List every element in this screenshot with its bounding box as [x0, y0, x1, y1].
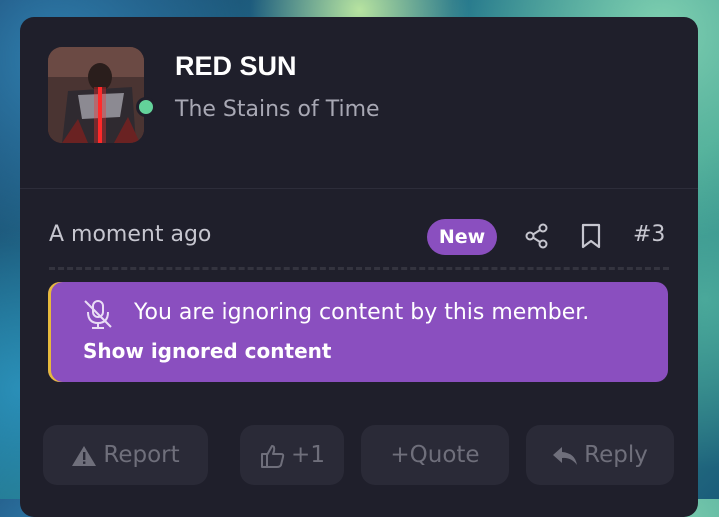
like-button[interactable]: +1: [240, 425, 344, 485]
post-card: RED SUN The Stains of Time A moment ago …: [20, 17, 698, 517]
reply-label: Reply: [584, 442, 648, 468]
reply-button[interactable]: Reply: [526, 425, 674, 485]
reply-icon: [553, 446, 578, 465]
ignored-content-message: You are ignoring content by this member.: [134, 300, 590, 325]
avatar[interactable]: [48, 47, 144, 143]
author-username[interactable]: RED SUN: [175, 51, 297, 82]
ignored-content-notice: You are ignoring content by this member.…: [48, 282, 668, 382]
bookmark-icon[interactable]: [580, 223, 602, 249]
thumbs-up-icon: [261, 444, 285, 468]
header-divider: [20, 188, 698, 189]
show-ignored-content-link[interactable]: Show ignored content: [83, 339, 331, 363]
online-status-indicator: [136, 97, 156, 117]
quote-label: +Quote: [390, 442, 480, 468]
mute-icon: [84, 300, 112, 329]
new-badge: New: [427, 219, 497, 255]
avatar-image: [48, 47, 144, 143]
report-label: Report: [103, 442, 180, 468]
like-label: +1: [291, 442, 325, 468]
quote-button[interactable]: +Quote: [361, 425, 509, 485]
warning-icon: [72, 445, 97, 466]
share-icon[interactable]: [524, 223, 550, 249]
meta-dashed-divider: [49, 267, 669, 270]
report-button[interactable]: Report: [43, 425, 208, 485]
post-timestamp[interactable]: A moment ago: [49, 222, 211, 247]
post-number-link[interactable]: #3: [633, 222, 665, 247]
author-user-title: The Stains of Time: [175, 97, 380, 122]
